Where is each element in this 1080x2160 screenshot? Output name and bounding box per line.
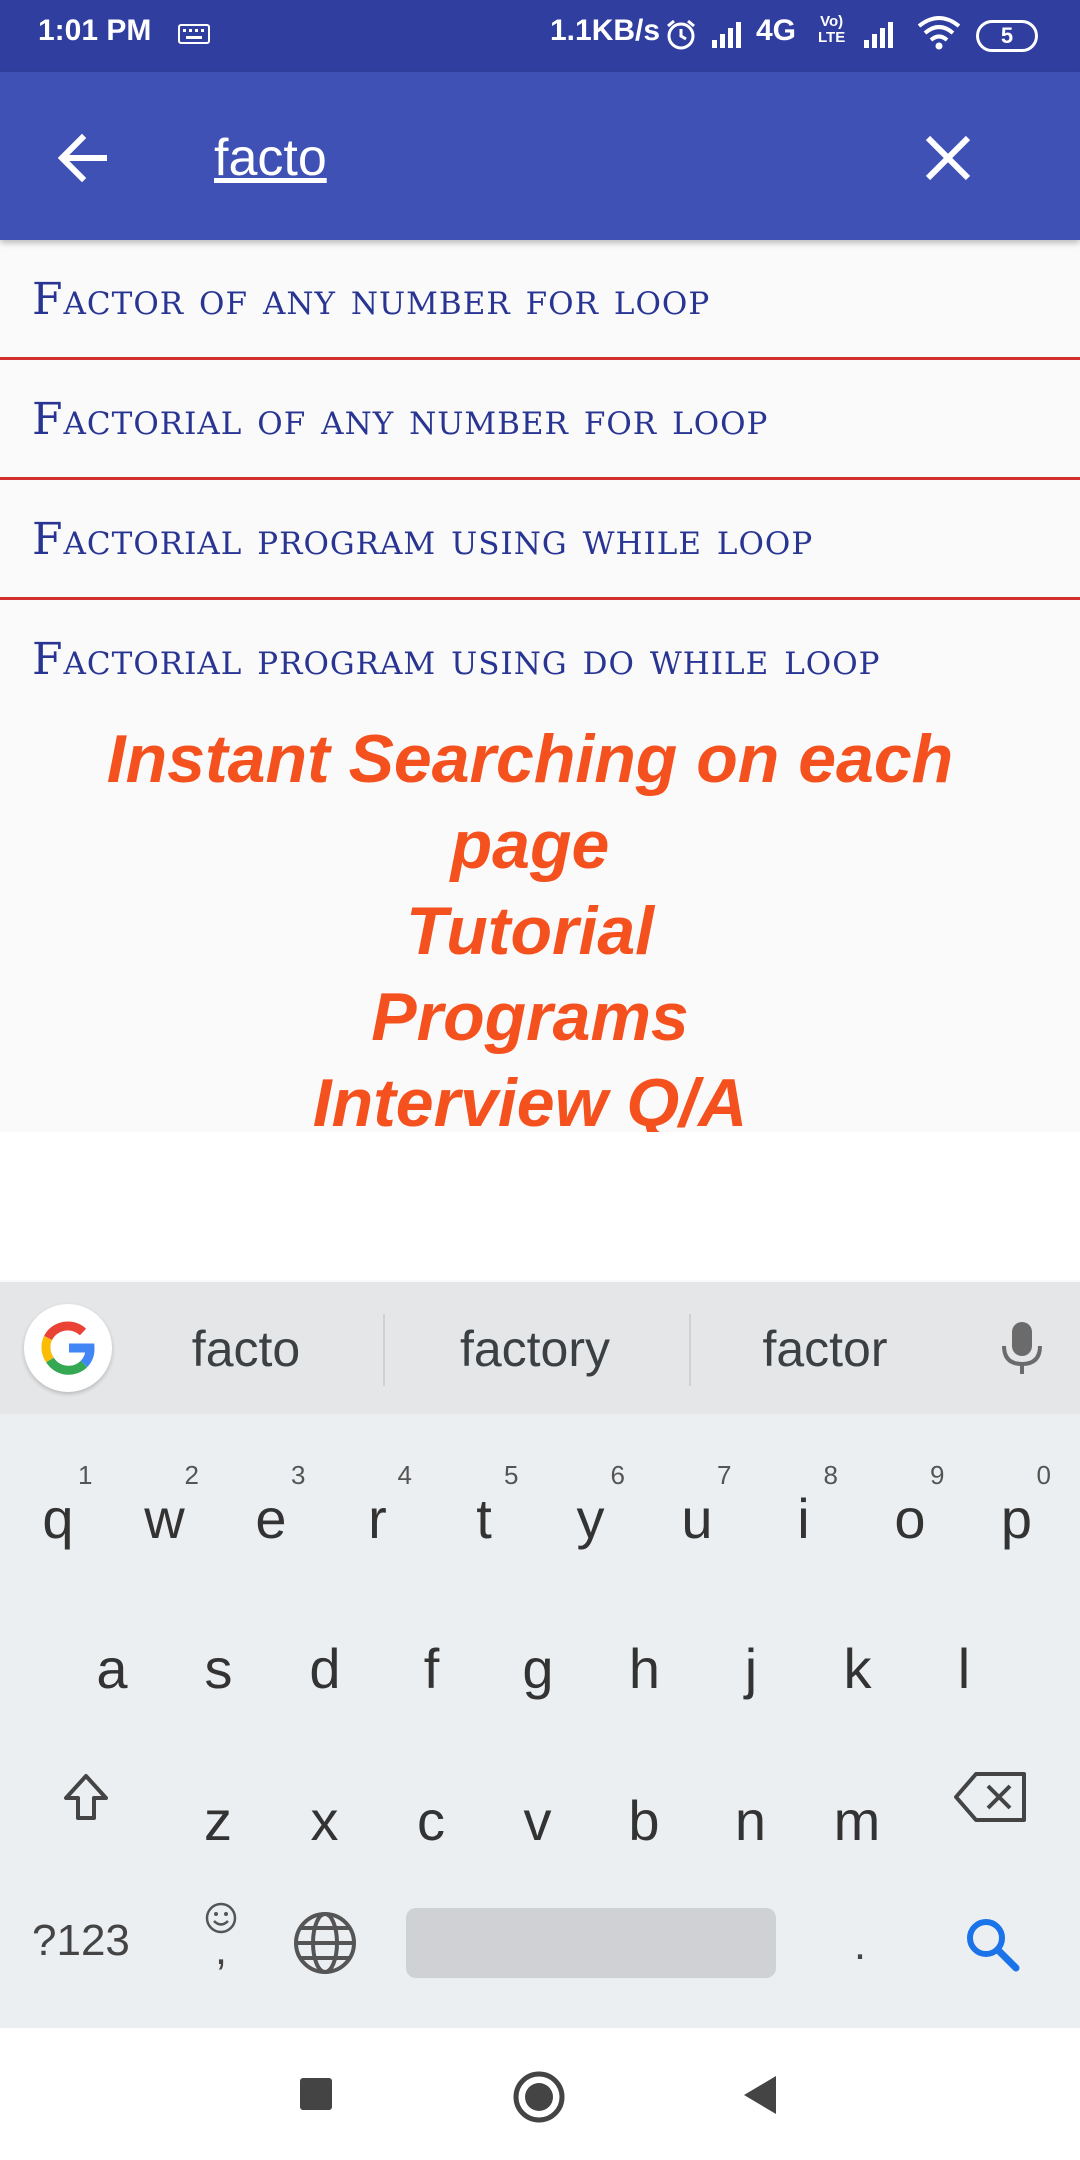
microphone-icon[interactable] (990, 1316, 1054, 1380)
key-hint-number: 1 (78, 1460, 93, 1490)
key-hint-number: 0 (1036, 1460, 1051, 1490)
key-y[interactable]: y (541, 1486, 641, 1551)
back-nav-icon[interactable] (742, 2074, 778, 2116)
key-r[interactable]: r (328, 1486, 428, 1551)
suggestion-item[interactable]: factor (740, 1320, 910, 1378)
key-f[interactable]: f (382, 1636, 482, 1701)
result-label: Factor of any number for loop (32, 274, 711, 325)
volte-label: Vo) LTE (818, 13, 846, 46)
key-hint-number: 6 (610, 1460, 625, 1490)
search-key-icon[interactable] (962, 1914, 1022, 1974)
key-hint-number: 2 (184, 1460, 199, 1490)
network-speed: 1.1KB/s (550, 14, 661, 47)
suggestion-item[interactable]: factory (440, 1320, 630, 1378)
key-hint-number: 4 (397, 1460, 412, 1490)
google-button[interactable] (24, 1304, 112, 1392)
close-icon[interactable] (916, 126, 980, 190)
signal-strength-2-icon (864, 22, 893, 48)
wifi-icon (917, 16, 961, 50)
key-hint-number: 9 (930, 1460, 945, 1490)
key-w[interactable]: w (115, 1486, 215, 1551)
keyboard-notification-icon (178, 24, 210, 44)
backspace-key[interactable] (954, 1770, 1028, 1824)
key-z[interactable]: z (168, 1788, 268, 1853)
suggestion-divider (383, 1314, 385, 1386)
home-icon[interactable] (512, 2070, 566, 2124)
result-label: Factorial program using do while loop (32, 634, 881, 685)
key-a[interactable]: a (62, 1636, 162, 1701)
key-h[interactable]: h (595, 1636, 695, 1701)
period-key[interactable]: . (840, 1920, 880, 1970)
key-g[interactable]: g (488, 1636, 588, 1701)
key-m[interactable]: m (807, 1788, 907, 1853)
key-o[interactable]: o (860, 1486, 960, 1551)
globe-icon[interactable] (292, 1910, 358, 1976)
key-e[interactable]: e (221, 1486, 321, 1551)
key-hint-number: 5 (504, 1460, 519, 1490)
key-hint-number: 3 (291, 1460, 306, 1490)
signal-strength-icon (712, 22, 741, 48)
result-label: Factorial of any number for loop (32, 394, 769, 445)
empty-area (0, 1132, 1080, 1280)
key-s[interactable]: s (169, 1636, 269, 1701)
search-input[interactable] (214, 122, 854, 194)
shift-key[interactable] (58, 1768, 114, 1824)
battery-indicator: 5 (976, 20, 1038, 52)
alarm-icon (667, 19, 695, 50)
key-t[interactable]: t (434, 1486, 534, 1551)
key-k[interactable]: k (808, 1636, 908, 1701)
recent-apps-icon[interactable] (298, 2076, 334, 2112)
promo-overlay-text: Instant Searching on each page Tutorial … (106, 721, 954, 1141)
key-n[interactable]: n (701, 1788, 801, 1853)
key-d[interactable]: d (275, 1636, 375, 1701)
key-q[interactable]: q (8, 1486, 108, 1551)
key-b[interactable]: b (594, 1788, 694, 1853)
key-c[interactable]: c (381, 1788, 481, 1853)
key-v[interactable]: v (488, 1788, 588, 1853)
suggestion-item[interactable]: facto (166, 1320, 326, 1378)
key-u[interactable]: u (647, 1486, 747, 1551)
key-l[interactable]: l (914, 1636, 1014, 1701)
key-p[interactable]: p (967, 1486, 1067, 1551)
key-x[interactable]: x (275, 1788, 375, 1853)
key-i[interactable]: i (754, 1486, 854, 1551)
symbols-key[interactable]: ?123 (32, 1916, 130, 1966)
space-key[interactable] (406, 1908, 776, 1978)
search-result-item[interactable]: Factor of any number for loop (0, 240, 1080, 360)
google-g-icon (41, 1321, 95, 1375)
status-time: 1:01 PM (38, 14, 152, 47)
key-j[interactable]: j (701, 1636, 801, 1701)
emoji-comma-key[interactable]: , (196, 1900, 246, 1972)
result-label: Factorial program using while loop (32, 514, 814, 565)
back-arrow-icon[interactable] (52, 126, 116, 190)
network-type-label: 4G (756, 14, 797, 47)
key-hint-number: 8 (823, 1460, 838, 1490)
suggestion-divider (689, 1314, 691, 1386)
search-result-item[interactable]: Factorial program using do while loop (0, 600, 1080, 720)
search-result-item[interactable]: Factorial of any number for loop (0, 360, 1080, 480)
key-hint-number: 7 (717, 1460, 732, 1490)
search-result-item[interactable]: Factorial program using while loop (0, 480, 1080, 600)
